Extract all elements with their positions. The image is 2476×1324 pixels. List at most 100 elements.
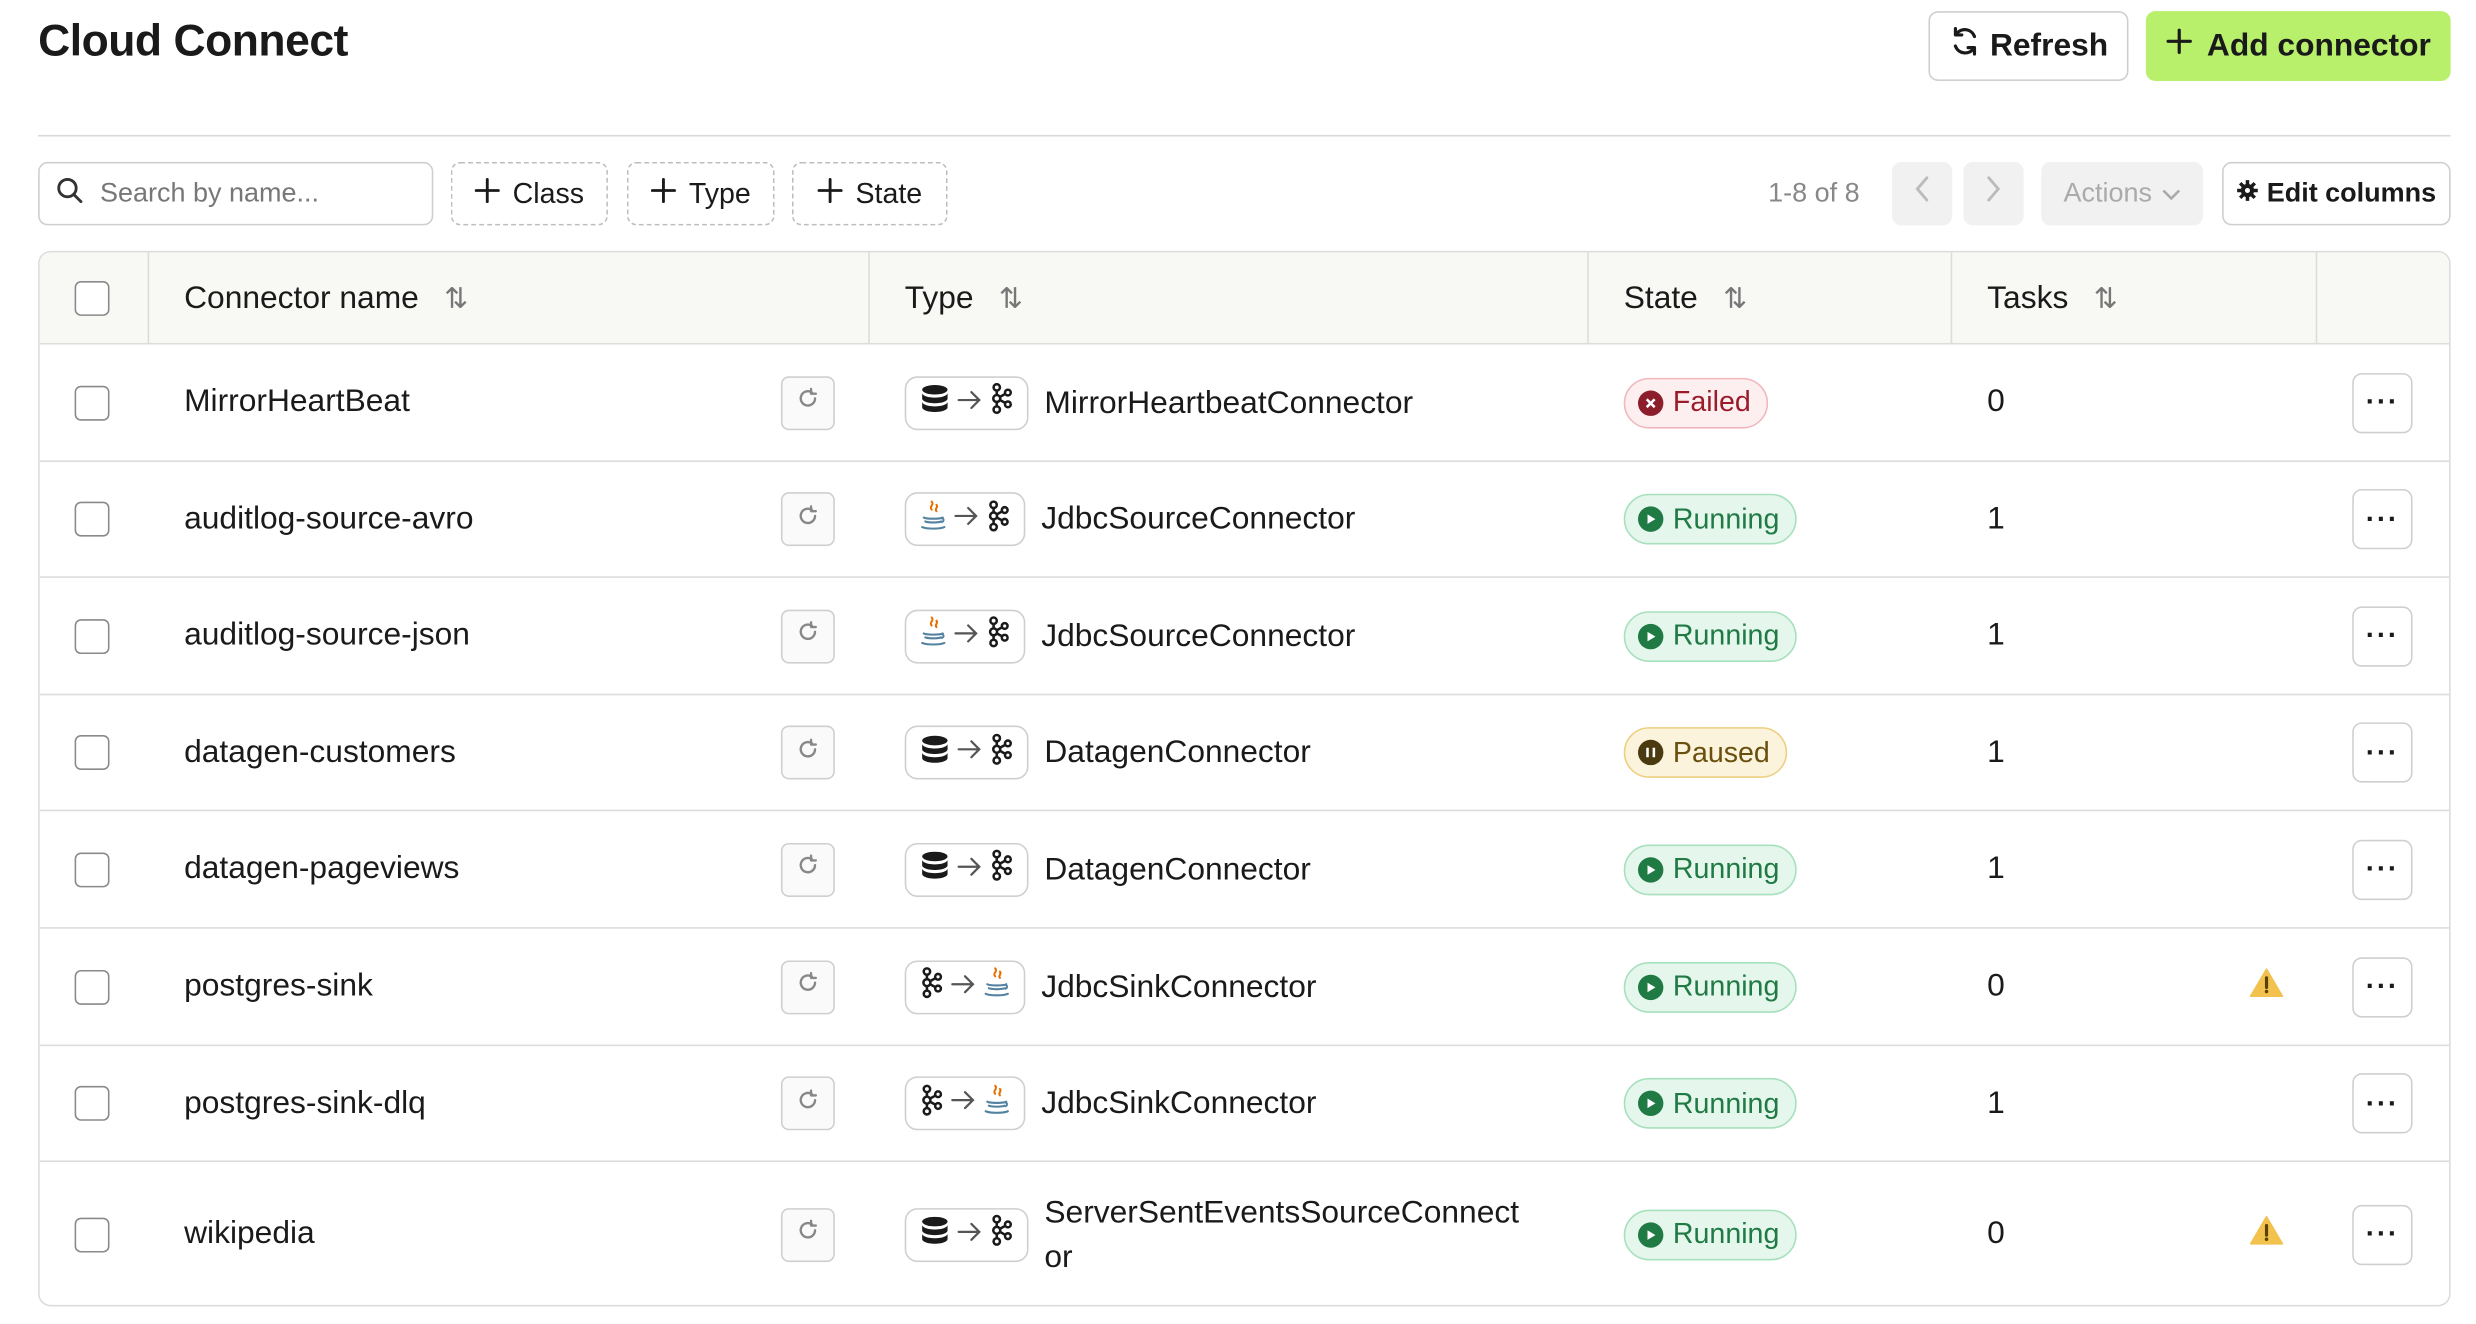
row-checkbox[interactable] bbox=[74, 1085, 110, 1121]
tasks-cell: 1 bbox=[1987, 462, 2005, 576]
play-circle-icon bbox=[1637, 856, 1664, 882]
arrow-right-icon bbox=[957, 855, 982, 884]
column-state[interactable]: State ⇅ bbox=[1624, 252, 1747, 344]
java-icon bbox=[982, 967, 1011, 1007]
filter-class-button[interactable]: Class bbox=[450, 161, 608, 226]
next-page-button[interactable] bbox=[1963, 161, 2024, 226]
table-row[interactable]: wikipedia ServerSentEventsSourceConnect o… bbox=[40, 1162, 2449, 1305]
more-icon: ··· bbox=[2365, 969, 2400, 1002]
column-connector-name[interactable]: Connector name ⇅ bbox=[184, 252, 468, 344]
prev-page-button[interactable] bbox=[1891, 161, 1953, 226]
filter-state-button[interactable]: State bbox=[792, 161, 948, 226]
restart-button[interactable] bbox=[780, 492, 835, 547]
table-row[interactable]: MirrorHeartBeat MirrorHeartbeatConnector F… bbox=[39, 344, 2450, 462]
tasks-cell: 0 bbox=[1987, 929, 2005, 1045]
warning-icon[interactable] bbox=[2249, 967, 2284, 1007]
connector-flow bbox=[904, 375, 1029, 430]
column-type[interactable]: Type ⇅ bbox=[905, 252, 1023, 344]
row-checkbox[interactable] bbox=[74, 1216, 110, 1252]
connector-name[interactable]: wikipedia bbox=[184, 1216, 315, 1253]
row-menu-button[interactable]: ··· bbox=[2352, 722, 2413, 783]
kafka-icon bbox=[986, 499, 1011, 539]
status-badge: Running bbox=[1623, 1077, 1797, 1129]
filter-type-button[interactable]: Type bbox=[626, 161, 775, 226]
row-menu-button[interactable]: ··· bbox=[2352, 1073, 2413, 1134]
table-row[interactable]: postgres-sink-dlq JdbcSinkConnector Runnin… bbox=[39, 1046, 2450, 1163]
table-row[interactable]: auditlog-source-json JdbcSourceConnector R… bbox=[39, 578, 2450, 696]
restart-button[interactable] bbox=[780, 1076, 835, 1131]
connector-name[interactable]: auditlog-source-avro bbox=[184, 501, 473, 538]
arrow-right-icon bbox=[954, 622, 979, 651]
play-circle-icon bbox=[1637, 1090, 1664, 1117]
connector-flow bbox=[904, 1076, 1026, 1131]
row-checkbox[interactable] bbox=[74, 384, 110, 420]
row-menu-button[interactable]: ··· bbox=[2352, 838, 2413, 900]
restart-button[interactable] bbox=[780, 725, 835, 780]
row-actions-cell: ··· bbox=[2352, 1162, 2413, 1305]
table-header: Connector name ⇅ Type ⇅ State ⇅ Tasks ⇅ bbox=[39, 252, 2450, 345]
row-menu-button[interactable]: ··· bbox=[2352, 488, 2413, 550]
kafka-icon bbox=[919, 1083, 944, 1123]
row-menu-button[interactable]: ··· bbox=[2352, 1204, 2413, 1265]
table-row[interactable]: datagen-customers DatagenConnector Paused 1… bbox=[39, 695, 2450, 812]
search-box[interactable] bbox=[38, 161, 434, 226]
table-row[interactable]: postgres-sink JdbcSinkConnector Running 0 ··… bbox=[39, 929, 2450, 1047]
filter-state-label: State bbox=[855, 177, 923, 209]
refresh-button[interactable]: Refresh bbox=[1928, 11, 2129, 81]
row-actions-cell: ··· bbox=[2352, 1046, 2413, 1160]
connector-name[interactable]: datagen-pageviews bbox=[184, 851, 459, 888]
restart-icon bbox=[797, 621, 819, 651]
connector-name[interactable]: auditlog-source-json bbox=[184, 618, 470, 655]
row-checkbox[interactable] bbox=[74, 501, 110, 537]
table-row[interactable]: auditlog-source-avro JdbcSourceConnector R… bbox=[39, 462, 2450, 578]
tasks-count: 0 bbox=[1987, 968, 2005, 1004]
add-connector-button[interactable]: Add connector bbox=[2145, 11, 2451, 81]
actions-dropdown[interactable]: Actions bbox=[2041, 161, 2204, 226]
connector-name[interactable]: postgres-sink bbox=[184, 968, 373, 1005]
restart-button[interactable] bbox=[780, 842, 835, 897]
refresh-icon bbox=[1949, 25, 1981, 66]
restart-button[interactable] bbox=[780, 1207, 835, 1262]
database-icon bbox=[919, 383, 951, 423]
row-menu-button[interactable]: ··· bbox=[2352, 605, 2413, 666]
select-all-checkbox[interactable] bbox=[74, 280, 110, 316]
row-checkbox[interactable] bbox=[74, 735, 110, 770]
table-row[interactable]: datagen-pageviews DatagenConnector Running… bbox=[39, 811, 2450, 929]
restart-cell bbox=[780, 1162, 835, 1305]
play-circle-icon bbox=[1637, 623, 1664, 649]
column-tasks[interactable]: Tasks ⇅ bbox=[1987, 252, 2117, 344]
restart-cell bbox=[780, 695, 835, 809]
plus-icon bbox=[474, 177, 500, 210]
connector-name-cell: postgres-sink-dlq bbox=[184, 1046, 426, 1160]
state-cell: Running bbox=[1623, 1162, 1797, 1305]
restart-icon bbox=[797, 854, 819, 884]
row-select-cell bbox=[74, 462, 110, 576]
search-input[interactable] bbox=[96, 176, 399, 212]
connector-type: JdbcSinkConnector bbox=[1041, 969, 1317, 1005]
more-icon: ··· bbox=[2365, 1086, 2400, 1119]
type-cell: JdbcSourceConnector bbox=[904, 578, 1355, 694]
row-menu-button[interactable]: ··· bbox=[2352, 956, 2413, 1017]
chevron-left-icon bbox=[1913, 175, 1932, 213]
tasks-cell: 1 bbox=[1987, 578, 2005, 694]
edit-columns-button[interactable]: Edit columns bbox=[2222, 161, 2451, 226]
connector-type: ServerSentEventsSourceConnect or bbox=[1044, 1194, 1520, 1274]
connector-name-cell: auditlog-source-json bbox=[184, 578, 470, 694]
connector-name[interactable]: postgres-sink-dlq bbox=[184, 1085, 426, 1122]
warning-icon[interactable] bbox=[2249, 1214, 2284, 1254]
connector-name[interactable]: MirrorHeartBeat bbox=[184, 384, 410, 421]
arrow-right-icon bbox=[954, 505, 979, 534]
row-checkbox[interactable] bbox=[74, 851, 110, 887]
restart-icon bbox=[797, 387, 819, 417]
tasks-count: 1 bbox=[1987, 850, 2005, 886]
row-checkbox[interactable] bbox=[74, 618, 110, 654]
row-checkbox[interactable] bbox=[74, 969, 110, 1005]
restart-button[interactable] bbox=[780, 375, 835, 430]
state-cell: Running bbox=[1623, 811, 1797, 927]
restart-button[interactable] bbox=[780, 959, 835, 1014]
row-menu-button[interactable]: ··· bbox=[2352, 372, 2413, 433]
sort-icon: ⇅ bbox=[2093, 281, 2118, 314]
status-label: Running bbox=[1672, 619, 1780, 651]
restart-button[interactable] bbox=[780, 608, 835, 663]
connector-name[interactable]: datagen-customers bbox=[184, 734, 456, 771]
